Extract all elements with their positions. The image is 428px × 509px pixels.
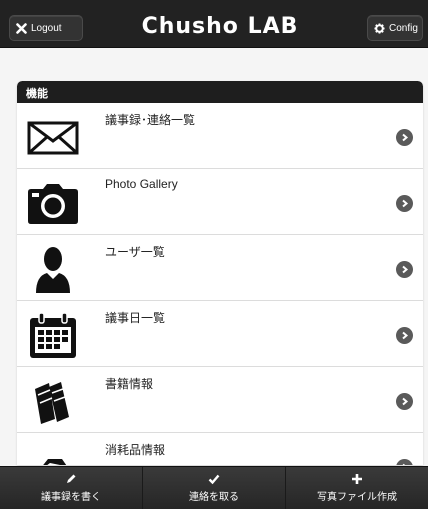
- calendar-icon: [26, 312, 80, 359]
- config-button[interactable]: Config: [367, 15, 423, 41]
- feature-list: 機能 議事録･連絡一覧 Photo Gallery ユーザ一覧 議事日一覧 書籍…: [17, 81, 423, 465]
- list-item-label: 議事日一覧: [105, 311, 166, 325]
- chevron-right-icon: [396, 393, 413, 410]
- plus-icon: [352, 474, 362, 484]
- bottom-toolbar: 議事録を書く 連絡を取る 写真ファイル作成: [0, 466, 428, 509]
- create-photo-file-button[interactable]: 写真ファイル作成: [286, 467, 428, 509]
- chevron-right-icon: [396, 459, 413, 465]
- list-item-minutes[interactable]: 議事録･連絡一覧: [17, 103, 423, 169]
- pencil-icon: [67, 474, 76, 483]
- list-item-meeting-dates[interactable]: 議事日一覧: [17, 301, 423, 367]
- contact-label: 連絡を取る: [189, 492, 239, 503]
- chevron-right-icon: [396, 129, 413, 146]
- logout-label: Logout: [31, 22, 62, 34]
- list-item-label: 議事録･連絡一覧: [105, 113, 196, 127]
- write-minutes-label: 議事録を書く: [41, 492, 101, 503]
- books-icon: [26, 379, 80, 425]
- create-photo-file-label: 写真ファイル作成: [317, 492, 397, 503]
- user-icon: [26, 247, 80, 293]
- header-bar: Logout Chusho LAB Config: [0, 0, 428, 48]
- contact-button[interactable]: 連絡を取る: [143, 467, 286, 509]
- list-item-users[interactable]: ユーザ一覧: [17, 235, 423, 301]
- chevron-right-icon: [396, 195, 413, 212]
- list-item-label: 消耗品情報: [105, 443, 166, 457]
- list-item-label: ユーザ一覧: [105, 245, 165, 259]
- list-divider: 機能: [17, 81, 423, 103]
- check-icon: [208, 474, 220, 485]
- logout-button[interactable]: Logout: [9, 15, 83, 41]
- config-label: Config: [389, 22, 418, 34]
- app-title: Chusho LAB: [141, 14, 299, 39]
- consumables-icon: [26, 445, 80, 465]
- chevron-right-icon: [396, 261, 413, 278]
- list-item-label: 書籍情報: [105, 377, 154, 391]
- close-icon: [16, 22, 27, 34]
- envelope-icon: [26, 115, 80, 161]
- gear-icon: [374, 22, 385, 34]
- list-item-consumables[interactable]: 消耗品情報: [17, 433, 423, 465]
- camera-icon: [26, 181, 80, 227]
- chevron-right-icon: [396, 327, 413, 344]
- list-item-books[interactable]: 書籍情報: [17, 367, 423, 433]
- write-minutes-button[interactable]: 議事録を書く: [0, 467, 143, 509]
- list-item-label: Photo Gallery: [105, 177, 178, 191]
- list-item-photo-gallery[interactable]: Photo Gallery: [17, 169, 423, 235]
